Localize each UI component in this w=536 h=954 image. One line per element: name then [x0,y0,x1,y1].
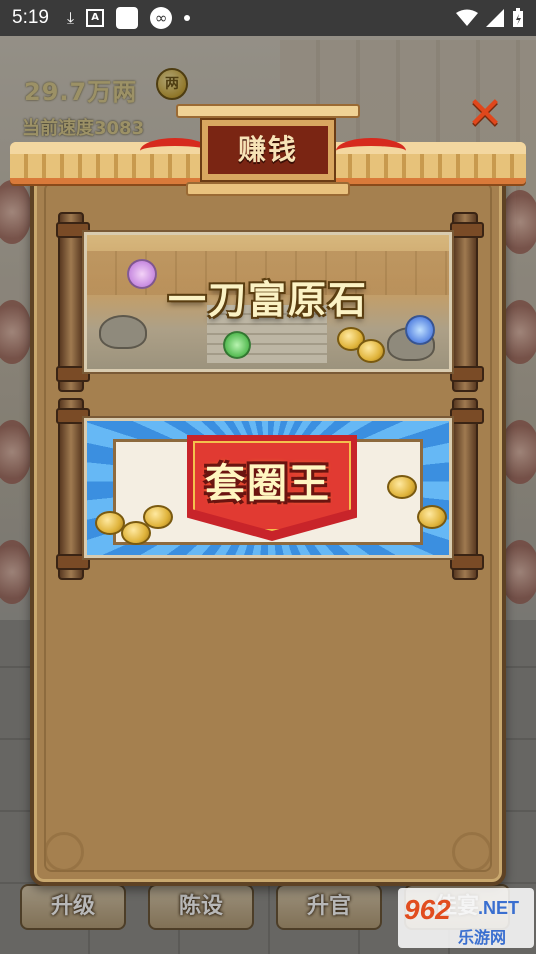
title-top-beam [176,104,360,118]
status-bar: 5:19 ⤓ A ∞ [0,0,536,36]
title-base-beam [186,182,350,196]
green-gem-icon [223,331,251,359]
dot-icon [184,15,191,21]
game-entry-1[interactable]: 一刀富原石 [54,212,484,392]
watermark-domain: .NET [478,898,520,918]
watermark-number: 962 [404,894,451,925]
battery-icon [513,8,523,27]
close-button[interactable]: ✕ [462,92,508,138]
ring-toss-banner[interactable]: 套圈王 [84,418,452,558]
scroll-rod [450,398,484,580]
red-ribbon [336,138,406,164]
white-square-icon [116,7,139,29]
status-time: 5:19 [12,7,49,28]
title-frame: 赚钱 [176,104,360,196]
wifi-icon [456,9,478,26]
watermark-subtitle: 乐游网 [458,928,507,947]
signal-icon [486,9,504,27]
a-box-icon: A [86,9,105,27]
ring-toss-title: 套圈王 [205,461,331,507]
scroll-rod [56,398,90,580]
site-watermark: 962 .NET 乐游网 [398,888,534,948]
scroll-rod [450,212,484,392]
game-entry-2[interactable]: 套圈王 [54,398,484,580]
stone-gamble-title: 一刀富原石 [167,277,368,322]
corner-ornament [44,832,84,872]
infinity-icon: ∞ [150,7,173,29]
download-icon: ⤓ [66,8,75,27]
scroll-rod [56,212,90,392]
coin-pile-icon [357,339,385,363]
stone-gamble-banner[interactable]: 一刀富原石 [84,232,452,372]
corner-ornament [452,832,492,872]
dialog-title: 赚钱 [202,120,334,180]
